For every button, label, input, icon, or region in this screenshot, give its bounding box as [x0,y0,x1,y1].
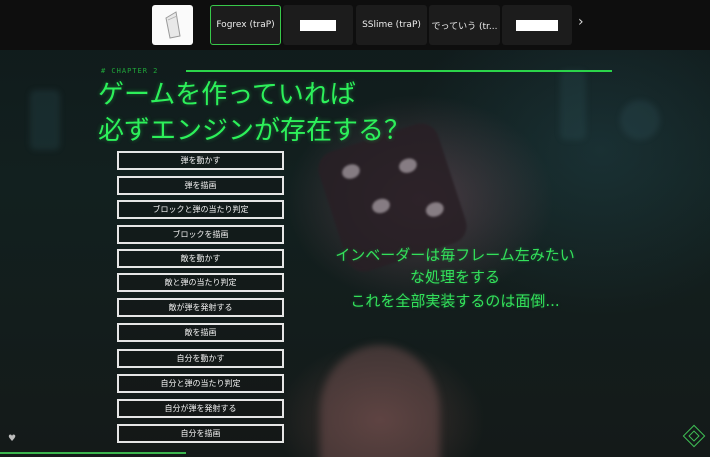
process-item: 敵を動かす [117,249,284,268]
slide-preview-icon [164,11,181,39]
chapter-label: # CHAPTER 2 [101,67,159,75]
thumbnail-detteiu[interactable]: でっていう (tr... [429,5,500,45]
thumbnail-fogrex[interactable]: Fogrex (traP) [210,5,281,45]
process-item: 弾を描画 [117,176,284,195]
background-bokeh [30,90,60,150]
slide-viewer: Fogrex (traP) SSlime (traP) でっていう (tr...… [0,0,710,457]
slide-title-line-1: ゲームを作っていれば [98,80,356,110]
background-hand-image [320,345,440,457]
slide-title-line-2: 必ずエンジンが存在する？ [98,116,411,146]
diamond-inner [688,430,700,442]
chevron-right-icon[interactable]: › [578,14,584,30]
thumbnail-sslime[interactable]: SSlime (traP) [356,5,427,45]
background-bokeh [560,70,586,140]
process-item: 自分を動かす [117,349,284,368]
process-item: 自分が弾を発射する [117,399,284,418]
thumbnail-label: SSlime (traP) [362,20,421,30]
white-placeholder-icon [516,19,558,31]
process-item: 自分を描画 [117,424,284,443]
thumbnail-slide-3[interactable] [283,5,353,45]
note-line-2: な処理をする [409,268,500,286]
chapter-divider [186,70,612,72]
white-placeholder-icon [300,19,336,31]
thumbnail-label: Fogrex (traP) [216,20,275,30]
note-line-1: インベーダーは毎フレーム左みたい [335,246,575,264]
thumbnail-bar: Fogrex (traP) SSlime (traP) でっていう (tr...… [0,0,710,50]
process-item: 弾を動かす [117,151,284,170]
progress-line [0,452,186,454]
process-item: 敵と弾の当たり判定 [117,273,284,292]
process-item: ブロックを描画 [117,225,284,244]
note-line-3: これを全部実装するのは面倒... [350,292,560,310]
process-item: 自分と弾の当たり判定 [117,374,284,393]
process-item: 敵が弾を発射する [117,298,284,317]
thumbnail-label: でっていう (tr... [431,21,498,32]
thumbnail-slide-1[interactable] [152,5,193,45]
background-bokeh [620,100,660,140]
fullscreen-diamond-icon[interactable] [682,424,706,448]
process-item: 敵を描画 [117,323,284,342]
thumbnail-slide-6[interactable] [502,5,572,45]
process-item: ブロックと弾の当たり判定 [117,200,284,219]
heart-icon[interactable]: ♥ [8,434,16,444]
